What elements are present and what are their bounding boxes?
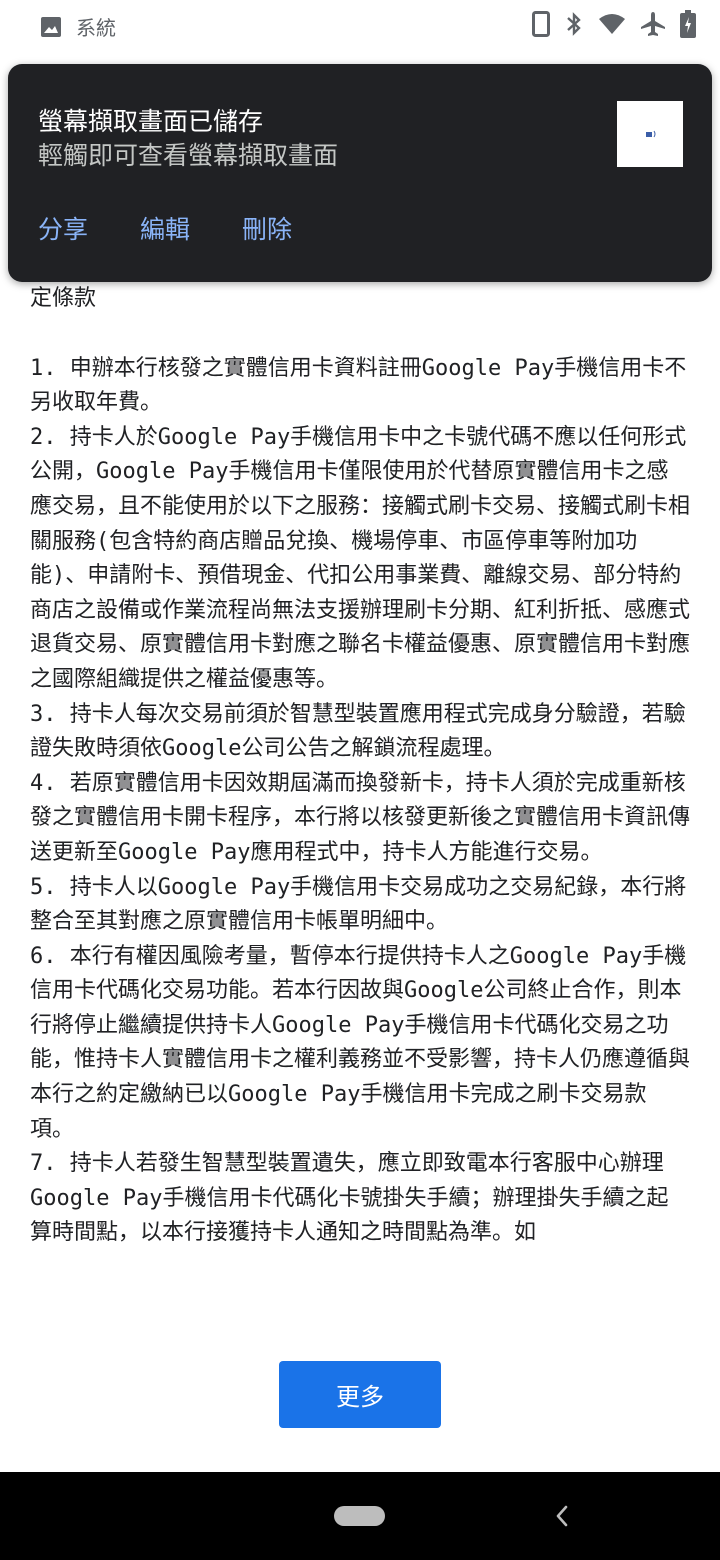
- thumbnail-preview-icon: [646, 130, 656, 138]
- notification-actions: 分享 編輯 刪除: [38, 210, 344, 246]
- notification-title: 螢幕擷取畫面已儲存: [38, 107, 264, 136]
- phone-icon: [532, 11, 550, 37]
- screenshot-thumbnail[interactable]: [617, 101, 683, 167]
- wifi-icon: [598, 13, 626, 35]
- terms-content: 定條款 1. 申辦本行核發之實體信用卡資料註冊Google Pay手機信用卡不另…: [30, 282, 690, 1251]
- terms-paragraph: 3. 持卡人每次交易前須於智慧型裝置應用程式完成身分驗證，若驗證失敗時須依Goo…: [30, 701, 686, 762]
- navigation-bar: [0, 1472, 720, 1560]
- status-bar-left: 系統: [40, 12, 116, 41]
- terms-paragraph: 1. 申辦本行核發之實體信用卡資料註冊Google Pay手機信用卡不另收取年費…: [30, 355, 687, 416]
- airplane-icon: [640, 11, 666, 37]
- more-button[interactable]: 更多: [279, 1361, 441, 1428]
- delete-button[interactable]: 刪除: [242, 210, 292, 246]
- share-button[interactable]: 分享: [38, 210, 88, 246]
- battery-icon: [680, 10, 696, 38]
- notification-source-label: 系統: [76, 16, 116, 40]
- status-bar: 系統: [0, 0, 720, 52]
- home-pill-button[interactable]: [334, 1506, 385, 1526]
- bluetooth-icon: [564, 11, 584, 37]
- edit-button[interactable]: 編輯: [140, 210, 190, 246]
- terms-paragraph: 4. 若原實體信用卡因效期屆滿而換發新卡，持卡人須於完成重新核發之實體信用卡開卡…: [30, 770, 691, 865]
- partial-heading: 定條款: [30, 286, 97, 311]
- terms-paragraph: 5. 持卡人以Google Pay手機信用卡交易成功之交易紀錄，本行將整合至其對…: [30, 874, 687, 935]
- screenshot-notification[interactable]: 螢幕擷取畫面已儲存 輕觸即可查看螢幕擷取畫面 分享 編輯 刪除: [8, 64, 712, 282]
- terms-paragraph: 6. 本行有權因風險考量，暫停本行提供持卡人之Google Pay手機信用卡代碼…: [30, 943, 691, 1142]
- terms-paragraph: 2. 持卡人於Google Pay手機信用卡中之卡號代碼不應以任何形式公開，Go…: [30, 424, 691, 692]
- notification-subtitle: 輕觸即可查看螢幕擷取畫面: [38, 141, 339, 170]
- image-icon: [40, 16, 62, 38]
- terms-paragraph: 7. 持卡人若發生智慧型裝置遺失，應立即致電本行客服中心辦理Google Pay…: [30, 1151, 669, 1246]
- back-icon[interactable]: [552, 1503, 572, 1533]
- status-bar-right: [532, 10, 696, 38]
